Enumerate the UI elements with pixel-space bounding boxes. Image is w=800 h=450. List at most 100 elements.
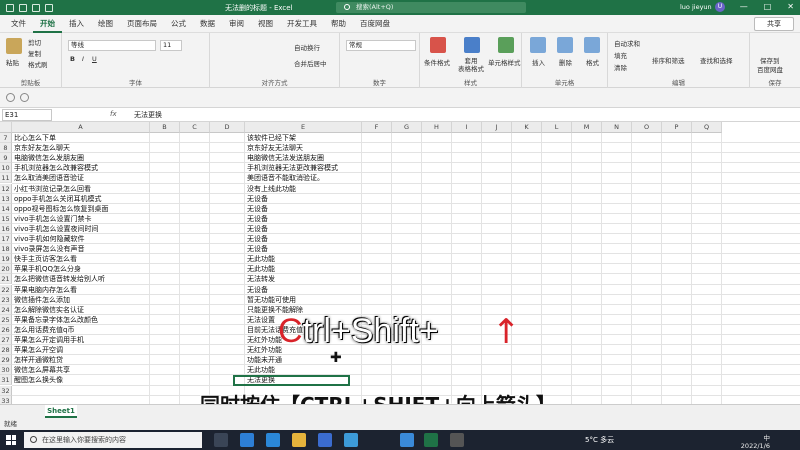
cell-a[interactable]: 微信怎么屏幕共享 <box>14 365 149 375</box>
insert-cells-icon[interactable] <box>530 37 546 53</box>
row-header[interactable]: 31 <box>0 375 12 386</box>
row-header[interactable]: 10 <box>0 163 12 174</box>
cell-e[interactable]: 无设备 <box>247 214 361 224</box>
tab-developer[interactable]: 开发工具 <box>280 15 324 33</box>
cell-a[interactable]: 微信插件怎么添加 <box>14 295 149 305</box>
row-header[interactable]: 18 <box>0 244 12 255</box>
minimize-button[interactable]: — <box>740 2 748 11</box>
cell-a[interactable]: 怎么用话费充值q币 <box>14 325 149 335</box>
column-header-b[interactable]: B <box>150 122 180 133</box>
row-header[interactable]: 30 <box>0 365 12 376</box>
tab-review[interactable]: 审阅 <box>222 15 251 33</box>
cell-a[interactable]: 手机浏览器怎么改兼容模式 <box>14 163 149 173</box>
row-header[interactable]: 12 <box>0 183 12 194</box>
cell-e[interactable]: 暂无功能可使用 <box>247 295 361 305</box>
app2-icon[interactable] <box>450 433 464 447</box>
redo-icon[interactable] <box>45 3 53 12</box>
cell-a[interactable]: vivo手机怎么设置门禁卡 <box>14 214 149 224</box>
row-header[interactable]: 9 <box>0 153 12 164</box>
row-header[interactable]: 21 <box>0 274 12 285</box>
cell-a[interactable]: oppo手机怎么关闭耳机模式 <box>14 194 149 204</box>
cell-styles-icon[interactable] <box>498 37 514 53</box>
format-painter-button[interactable]: 格式刷 <box>28 59 48 69</box>
cell-a[interactable]: vivo录屏怎么没有声音 <box>14 244 149 254</box>
cell-e[interactable]: 该软件已经下架 <box>247 133 361 143</box>
cell-e[interactable]: 无法转发 <box>247 274 361 284</box>
row-header[interactable]: 33 <box>0 395 12 404</box>
selected-cell[interactable] <box>233 374 350 386</box>
user-name[interactable]: luo jieyun <box>680 3 712 11</box>
delete-cells-icon[interactable] <box>557 37 573 53</box>
browser-icon[interactable] <box>400 433 414 447</box>
clear-button[interactable]: 清除 <box>614 62 627 72</box>
table-format-button[interactable]: 套用 表格格式 <box>458 57 484 73</box>
merge-center-button[interactable]: 合并后居中 <box>294 58 327 68</box>
edge-icon[interactable] <box>240 433 254 447</box>
table-format-icon[interactable] <box>464 37 480 53</box>
paste-label[interactable]: 粘贴 <box>6 57 19 67</box>
cell-e[interactable]: 京东好友无法聊天 <box>247 143 361 153</box>
cell-a[interactable]: 苹果怎么开定调用手机 <box>14 335 149 345</box>
cell-a[interactable]: oppo视号图标怎么恢复到桌面 <box>14 204 149 214</box>
worksheet-grid[interactable]: A B C D E F G H I J K L M N O P Q 7 比心怎么下单 该软件已经下架 8 京东好友怎么聊天… <box>0 122 800 404</box>
tab-insert[interactable]: 插入 <box>62 15 91 33</box>
cell-a[interactable]: 怎样开通微粒贷 <box>14 355 149 365</box>
cell-e[interactable]: 手机浏览器无法更改兼容模式 <box>247 163 361 173</box>
row-header[interactable]: 25 <box>0 314 12 325</box>
row-header[interactable]: 24 <box>0 304 12 315</box>
column-header-i[interactable]: I <box>452 122 482 133</box>
column-header-q[interactable]: Q <box>692 122 722 133</box>
row-header[interactable]: 29 <box>0 355 12 366</box>
cell-a[interactable]: 苹果备忘录字体怎么改颜色 <box>14 315 149 325</box>
ime-indicator[interactable]: 中 <box>741 432 771 442</box>
cell-a[interactable]: 电脑微信怎么发朋友圈 <box>14 153 149 163</box>
close-button[interactable]: ✕ <box>787 2 794 11</box>
delete-cells-button[interactable]: 删除 <box>559 57 572 67</box>
fx-icon[interactable]: fx <box>110 110 117 118</box>
cell-e[interactable]: 无设备 <box>247 194 361 204</box>
cell-e[interactable]: 无设备 <box>247 285 361 295</box>
wrap-text-button[interactable]: 自动换行 <box>294 42 320 52</box>
column-header-f[interactable]: F <box>362 122 392 133</box>
select-all-corner[interactable] <box>0 122 12 133</box>
cell-e[interactable]: 无设备 <box>247 234 361 244</box>
row-header[interactable]: 32 <box>0 385 12 396</box>
tab-view[interactable]: 视图 <box>251 15 280 33</box>
row-header[interactable]: 28 <box>0 345 12 356</box>
weather-widget[interactable]: 5°C 多云 <box>585 435 614 445</box>
row-header[interactable]: 7 <box>0 133 12 144</box>
cell-a[interactable] <box>14 396 149 404</box>
bold-button[interactable]: B <box>70 55 75 63</box>
tab-data[interactable]: 数据 <box>193 15 222 33</box>
column-header-k[interactable]: K <box>512 122 542 133</box>
formula-input[interactable]: 无法更换 <box>134 110 162 120</box>
conditional-format-button[interactable]: 条件格式 <box>424 57 450 67</box>
save-icon[interactable] <box>19 3 27 12</box>
column-header-m[interactable]: M <box>572 122 602 133</box>
excel-taskbar-icon[interactable] <box>424 433 438 447</box>
column-header-e[interactable]: E <box>245 122 362 133</box>
row-header[interactable]: 23 <box>0 294 12 305</box>
file-explorer-icon[interactable] <box>292 433 306 447</box>
tab-page-layout[interactable]: 页面布局 <box>120 15 164 33</box>
cell-e[interactable]: 无此功能 <box>247 264 361 274</box>
column-header-o[interactable]: O <box>632 122 662 133</box>
cell-e[interactable]: 没有上线此功能 <box>247 184 361 194</box>
column-header-a[interactable]: A <box>12 122 150 133</box>
search-box[interactable]: 搜索(Alt+Q) <box>336 2 526 13</box>
font-name-select[interactable]: 等线 <box>68 40 156 51</box>
undo-icon[interactable] <box>6 93 15 102</box>
cell-a[interactable]: 怎么把微信语音转发给别人听 <box>14 274 149 284</box>
cell-e[interactable]: 电脑微信无法发送朋友圈 <box>247 153 361 163</box>
cell-a[interactable] <box>14 386 149 396</box>
taskbar-search[interactable]: 在这里输入你要搜索的内容 <box>24 432 202 448</box>
find-select-button[interactable]: 查找和选择 <box>700 55 733 65</box>
row-header[interactable]: 11 <box>0 173 12 184</box>
italic-button[interactable]: I <box>82 55 84 63</box>
cell-a[interactable]: vivo手机如何隐藏软件 <box>14 234 149 244</box>
number-format-select[interactable]: 常规 <box>346 40 416 51</box>
undo-icon[interactable] <box>32 3 40 12</box>
redo-icon[interactable] <box>20 93 29 102</box>
task-view-icon[interactable] <box>214 433 228 447</box>
row-header[interactable]: 27 <box>0 335 12 346</box>
